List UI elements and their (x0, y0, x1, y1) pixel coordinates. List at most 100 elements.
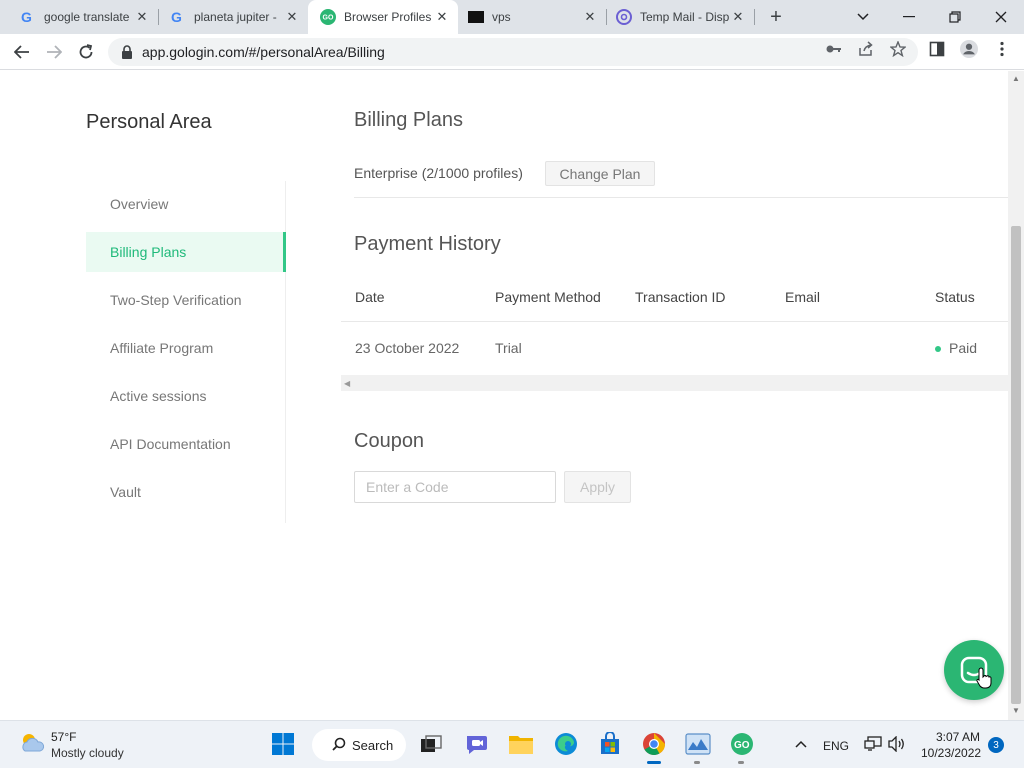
scroll-down-arrow-icon[interactable]: ▼ (1012, 707, 1020, 715)
column-header-payment-method: Payment Method (495, 289, 601, 305)
task-view-icon[interactable] (418, 731, 444, 757)
svg-text:GO: GO (734, 740, 750, 751)
page-vertical-scrollbar[interactable]: ▲ ▼ (1008, 71, 1024, 720)
scroll-up-arrow-icon[interactable]: ▲ (1012, 75, 1020, 83)
new-tab-button[interactable]: + (765, 6, 787, 28)
page-content: Personal Area Overview Billing Plans Two… (0, 71, 1008, 720)
gologin-icon: GO (320, 9, 336, 25)
browser-toolbar: app.gologin.com/#/personalArea/Billing (0, 34, 1024, 70)
tab-vps[interactable]: vps ✕ (458, 0, 606, 34)
hand-cursor-icon (976, 667, 992, 694)
sidebar-item-billing-plans[interactable]: Billing Plans (86, 232, 286, 272)
cell-date: 23 October 2022 (355, 340, 460, 356)
side-panel-icon[interactable] (928, 40, 946, 58)
close-tab-icon[interactable]: ✕ (284, 9, 300, 25)
teams-chat-icon[interactable] (464, 731, 490, 757)
cell-status: Paid (949, 340, 978, 356)
close-tab-icon[interactable]: ✕ (434, 9, 450, 25)
column-header-status: Status (935, 289, 975, 305)
more-menu-icon[interactable] (993, 40, 1011, 58)
restore-button[interactable] (932, 0, 978, 34)
url-text: app.gologin.com/#/personalArea/Billing (142, 44, 385, 60)
at-sign-icon (616, 9, 632, 25)
show-hidden-icons-chevron-icon[interactable] (788, 731, 814, 757)
close-tab-icon[interactable]: ✕ (730, 9, 746, 25)
payment-history-heading: Payment History (354, 233, 501, 255)
clock-date[interactable]: 10/23/2022 (921, 746, 981, 760)
tab-temp-mail[interactable]: Temp Mail - Disp ✕ (606, 0, 754, 34)
change-plan-button[interactable]: Change Plan (545, 161, 655, 186)
minimize-button[interactable] (886, 0, 932, 34)
forward-button[interactable] (40, 38, 68, 66)
scroll-left-arrow-icon[interactable]: ◀ (344, 379, 350, 388)
reload-button[interactable] (72, 38, 100, 66)
app-running-indicator (738, 761, 744, 764)
sidebar-item-overview[interactable]: Overview (86, 184, 286, 224)
edge-browser-icon[interactable] (553, 731, 579, 757)
file-explorer-icon[interactable] (508, 731, 534, 757)
tab-browser-profiles[interactable]: GO Browser Profiles ✕ (308, 0, 458, 34)
sidebar-item-label: Two-Step Verification (110, 292, 242, 308)
svg-text:G: G (21, 9, 32, 25)
notification-count-badge[interactable]: 3 (988, 737, 1004, 753)
sidebar-item-vault[interactable]: Vault (86, 472, 286, 512)
input-language-indicator[interactable]: ENG (823, 739, 849, 753)
apply-coupon-button[interactable]: Apply (564, 471, 631, 503)
column-header-date: Date (355, 289, 385, 305)
clock-time[interactable]: 3:07 AM (936, 730, 980, 744)
sidebar-item-api-documentation[interactable]: API Documentation (86, 424, 286, 464)
weather-temperature[interactable]: 57°F (51, 730, 76, 744)
tab-planeta-jupiter[interactable]: G planeta jupiter - ✕ (150, 0, 308, 34)
current-plan-text: Enterprise (2/1000 profiles) (354, 165, 523, 181)
key-icon[interactable] (825, 40, 843, 58)
cloudy-weather-icon[interactable] (18, 731, 46, 760)
svg-text:G: G (171, 9, 182, 25)
gologin-app-icon[interactable]: GO (729, 731, 755, 757)
back-button[interactable] (8, 38, 36, 66)
table-horizontal-scrollbar[interactable]: ◀ (341, 375, 1008, 391)
tab-title: google translate (44, 10, 130, 24)
coupon-code-input[interactable] (354, 471, 556, 503)
app-running-indicator (694, 761, 700, 764)
tab-title: planeta jupiter - (194, 10, 277, 24)
close-tab-icon[interactable]: ✕ (134, 9, 150, 25)
share-icon[interactable] (857, 40, 875, 58)
scrollbar-thumb[interactable] (1011, 226, 1021, 704)
google-icon: G (20, 9, 36, 25)
coupon-heading: Coupon (354, 430, 425, 452)
weather-description[interactable]: Mostly cloudy (51, 746, 124, 760)
windows-start-icon[interactable] (270, 731, 296, 757)
profile-avatar-icon[interactable] (960, 40, 978, 58)
tab-separator (754, 9, 755, 25)
tab-search-chevron-icon[interactable] (840, 0, 886, 34)
tab-title: vps (492, 10, 511, 24)
search-icon (332, 737, 346, 754)
volume-icon[interactable] (884, 731, 910, 757)
column-header-email: Email (785, 289, 821, 305)
bookmark-star-icon[interactable] (889, 40, 907, 58)
lock-icon[interactable] (120, 45, 134, 59)
support-chat-button[interactable] (944, 640, 1004, 700)
browser-tab-strip: G google translate ✕ G planeta jupiter -… (0, 0, 1024, 34)
close-window-button[interactable] (978, 0, 1024, 34)
address-bar[interactable]: app.gologin.com/#/personalArea/Billing (108, 38, 918, 66)
taskbar-search-button[interactable]: Search (312, 729, 406, 761)
sidebar-item-label: Vault (110, 484, 141, 500)
billing-plans-heading: Billing Plans (354, 109, 463, 131)
photos-app-icon[interactable] (685, 731, 711, 757)
sidebar-item-label: Overview (110, 196, 169, 212)
sidebar-item-label: Billing Plans (110, 244, 187, 260)
cell-payment-method: Trial (495, 340, 522, 356)
close-tab-icon[interactable]: ✕ (582, 9, 598, 25)
tab-google-translate[interactable]: G google translate ✕ (0, 0, 158, 34)
sidebar-item-label: Affiliate Program (110, 340, 214, 356)
sidebar-item-two-step-verification[interactable]: Two-Step Verification (86, 280, 286, 320)
microsoft-store-icon[interactable] (597, 731, 623, 757)
tab-title: Temp Mail - Disp (640, 10, 730, 24)
chrome-browser-icon[interactable] (641, 731, 667, 757)
divider (354, 197, 1008, 198)
sidebar-item-active-sessions[interactable]: Active sessions (86, 376, 286, 416)
network-icon[interactable] (860, 731, 886, 757)
column-header-transaction-id: Transaction ID (635, 289, 726, 305)
sidebar-item-affiliate-program[interactable]: Affiliate Program (86, 328, 286, 368)
